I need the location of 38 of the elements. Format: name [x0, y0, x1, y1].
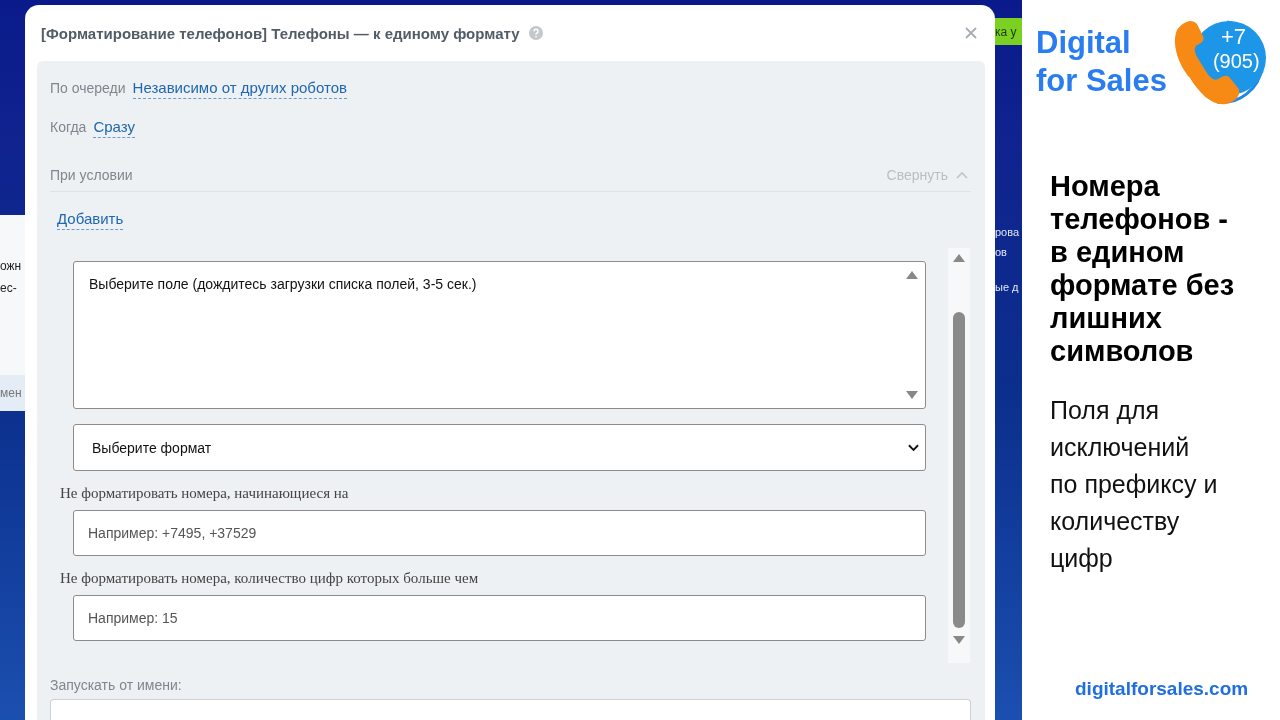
- chevron-icon: [956, 171, 968, 179]
- user-field[interactable]: [50, 699, 971, 720]
- scroll-down-icon[interactable]: [952, 635, 966, 645]
- background-text: ые д: [995, 280, 1020, 295]
- condition-label: При условии: [50, 167, 133, 183]
- website-link[interactable]: digitalforsales.com: [1075, 678, 1249, 700]
- brand-name: for Sales: [1036, 62, 1167, 100]
- background-text: ес-: [0, 280, 18, 297]
- logo-number: +7: [1220, 26, 1247, 48]
- promo-subtitle: Поля для исключений по префиксу и количеству цифр: [1050, 395, 1219, 574]
- list-option[interactable]: Выберите поле (дождитесь загрузки списка полей, 3-5 сек.): [89, 276, 477, 292]
- background-text: рова: [995, 225, 1021, 240]
- field-listbox[interactable]: Выберите поле (дождитесь загрузки списка полей, 3-5 сек.): [73, 261, 926, 409]
- background-text: мен: [0, 386, 22, 400]
- setting-link[interactable]: Сразу: [93, 118, 135, 138]
- chevron-icon: [908, 443, 919, 452]
- promo-headline: Номера телефонов - в едином формате без лишних символов: [1050, 170, 1236, 368]
- field-label: Не форматировать номера, начинающиеся на: [60, 485, 350, 502]
- background-text: ожн: [0, 258, 23, 275]
- scroll-down-icon[interactable]: [905, 390, 919, 400]
- scroll-up-icon[interactable]: [905, 270, 919, 280]
- help-icon[interactable]: [528, 26, 543, 40]
- setting-label: По очереди: [50, 80, 126, 96]
- scrollbar[interactable]: [948, 248, 970, 663]
- format-select[interactable]: Выберите формат: [73, 424, 926, 471]
- setting-label: Когда: [50, 119, 87, 135]
- brand-name: Digital: [1036, 24, 1132, 62]
- add-link[interactable]: Добавить: [57, 210, 124, 230]
- text-input[interactable]: Например: 15: [73, 595, 926, 641]
- setting-link[interactable]: Независимо от других роботов: [132, 79, 347, 99]
- background-text: ов: [995, 245, 1008, 260]
- close-icon[interactable]: [965, 27, 977, 39]
- dialog-title: [Форматирование телефонов] Телефоны — к единому формату: [41, 24, 520, 42]
- field-label: Не форматировать номера, количество цифр которых больше чем: [60, 570, 480, 587]
- run-as-label: Запускать от имени:: [50, 677, 183, 693]
- scroll-up-icon[interactable]: [952, 253, 966, 263]
- logo-number: (905): [1212, 50, 1260, 72]
- text-input[interactable]: Например: +7495, +37529: [73, 510, 926, 556]
